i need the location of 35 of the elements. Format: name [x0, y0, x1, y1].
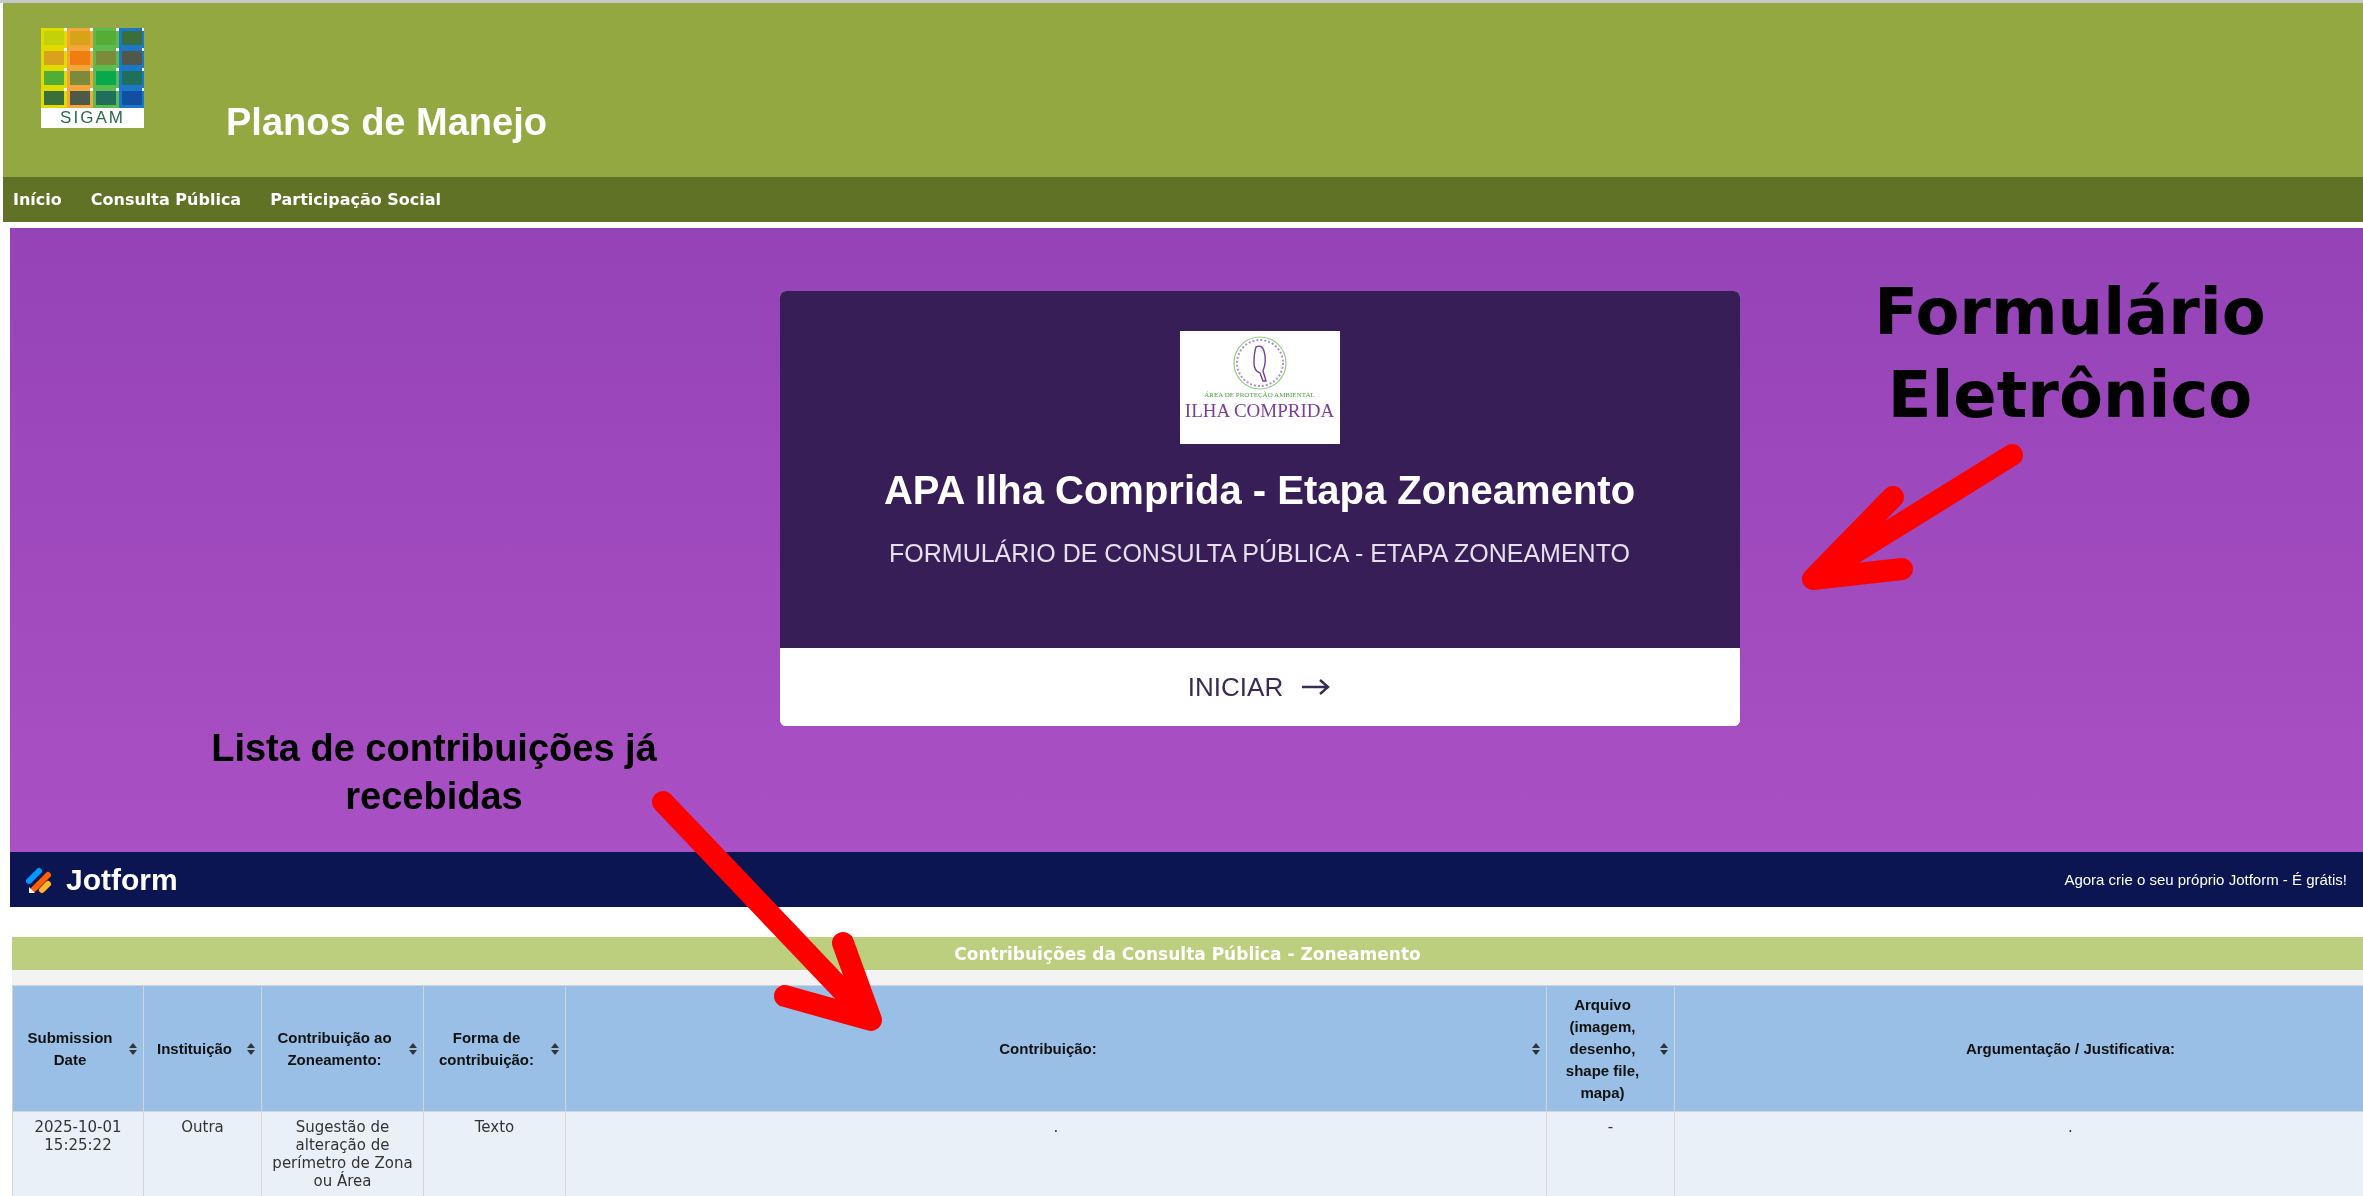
table-cell: Texto — [423, 1111, 566, 1196]
form-subtitle: FORMULÁRIO DE CONSULTA PÚBLICA - ETAPA ZONEAMENTO — [889, 539, 1630, 568]
sort-icon — [1660, 1042, 1668, 1055]
column-header[interactable]: Forma de contribuição: — [423, 985, 566, 1112]
nav-link[interactable]: Participação Social — [270, 190, 442, 209]
sort-icon — [551, 1042, 559, 1055]
nav-link[interactable]: Consulta Pública — [90, 190, 242, 209]
sort-icon — [247, 1042, 255, 1055]
table-cell: - — [1546, 1111, 1675, 1196]
column-header[interactable]: Instituição — [143, 985, 262, 1112]
table-cell: . — [1674, 1111, 2363, 1196]
site-title: Planos de Manejo — [226, 101, 547, 144]
annotation-text: Formulário Eletrônico — [1873, 274, 2267, 435]
column-header[interactable]: Contribuição: — [565, 985, 1547, 1112]
table-cell: . — [565, 1111, 1547, 1196]
table-cell: Outra — [143, 1111, 262, 1196]
form-title: APA Ilha Comprida - Etapa Zoneamento — [883, 468, 1636, 513]
sort-icon — [409, 1042, 417, 1055]
bird-emblem-icon — [1231, 335, 1288, 391]
table-title: Contribuições da Consulta Pública - Zoneamento — [12, 937, 2363, 970]
sort-icon — [1532, 1042, 1540, 1055]
table-cell: Sugestão de alteração de perímetro de Zona ou Área — [261, 1111, 424, 1196]
jotform-brand: Jotform — [66, 862, 178, 897]
promo-link[interactable]: Agora crie o seu próprio Jotform - É grátis! — [2064, 871, 2347, 888]
logo-text: SIGAM — [60, 108, 125, 128]
table-cell: 2025-10-01 15:25:22 — [12, 1111, 144, 1196]
column-header[interactable]: Submission Date — [12, 985, 144, 1112]
column-header[interactable]: Arquivo (imagem, desenho, shape file, mapa) — [1546, 985, 1675, 1112]
nav-link[interactable]: Início — [13, 190, 62, 209]
column-header[interactable]: Contribuição ao Zoneamento: — [261, 985, 424, 1112]
arrow-right-icon — [1301, 678, 1332, 696]
logo-title: ILHA COMPRIDA — [1184, 400, 1335, 422]
column-header: Argumentação / Justificativa: — [1674, 985, 2363, 1112]
annotation-text: Lista de contribuições já recebidas — [210, 726, 658, 819]
sort-icon — [129, 1042, 137, 1055]
